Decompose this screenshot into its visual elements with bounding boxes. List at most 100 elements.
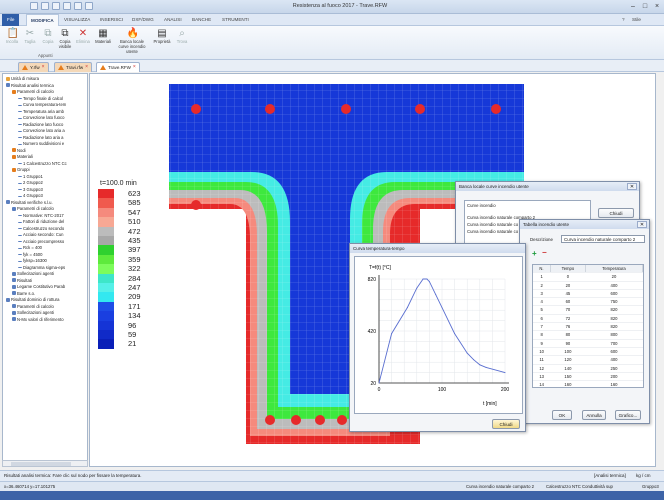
tab-strumenti[interactable]: STRUMENTI [222,14,249,26]
tab-analisi[interactable]: ANALISI [164,14,182,26]
new-icon[interactable] [41,2,49,10]
table-cell[interactable]: 4 [533,297,551,307]
redo-icon[interactable] [85,2,93,10]
save-icon[interactable] [63,2,71,10]
chart-close-button[interactable]: Chiudi [492,419,520,429]
table-cell[interactable]: 5 [533,305,551,315]
cancel-button[interactable]: Annulla [582,410,606,420]
table-cell[interactable]: 120 [550,355,586,365]
add-row-icon[interactable]: + [532,249,537,258]
table-cell[interactable]: 820 [585,314,643,324]
description-input[interactable]: Curva incendio naturale comparto 2 [561,235,645,243]
table-cell[interactable]: 140 [550,364,586,373]
table-cell[interactable]: 72 [550,314,586,324]
table-cell[interactable]: 100 [550,347,586,357]
table-cell[interactable]: 60 [550,297,586,307]
copy-visible-button[interactable]: ⧉ Copia visibile [55,28,75,52]
tree-node[interactable]: N-Mx valori di riferimento [12,317,64,324]
table-cell[interactable]: 12 [533,364,551,373]
table-cell[interactable]: 160 [585,380,643,387]
table-cell[interactable]: 3 [533,289,551,299]
table-row[interactable]: 9 90 700 [533,339,643,348]
table-cell[interactable]: 600 [585,347,643,357]
table-cell[interactable]: 8 [533,330,551,340]
table-cell[interactable]: 160 [550,380,586,387]
table-cell[interactable]: 80 [550,330,586,340]
scrollbar-thumb[interactable] [11,462,71,466]
table-cell[interactable]: 1 [533,272,551,282]
table-cell[interactable]: 700 [585,339,643,348]
table-cell[interactable]: 20 [550,281,586,290]
tab-dxf-dwg[interactable]: DXF/DWG [132,14,154,26]
doc-tab-travi[interactable]: Travi.rfw × [54,62,93,72]
table-cell[interactable]: 800 [585,330,643,340]
paste-button[interactable]: 📋 Incolla [2,28,22,52]
table-cell[interactable]: 9 [533,339,551,348]
table-row[interactable]: 14 160 160 [533,380,643,387]
style-menu[interactable]: Stile [632,14,641,26]
close-tab-icon[interactable]: × [85,63,88,72]
fire-table[interactable]: N. Tempo Temperatura 1 0 20 2 20 400 3 45 600 4 60… [532,264,644,388]
close-icon[interactable]: × [652,2,662,11]
table-row[interactable]: 11 120 400 [533,355,643,365]
tab-visualizza[interactable]: VISUALIZZA [64,14,90,26]
table-cell[interactable]: 76 [550,322,586,332]
materials-button[interactable]: ▦ Materiali [93,28,113,52]
table-cell[interactable]: 150 [550,372,586,382]
table-cell[interactable]: 200 [585,372,643,382]
tab-inserisci[interactable]: INSERISCI [100,14,123,26]
minimize-icon[interactable]: – [628,2,638,11]
results-tree[interactable]: Unità di misura Risultati analisi termica… [2,73,88,467]
table-row[interactable]: 10 100 600 [533,347,643,357]
table-row[interactable]: 12 140 250 [533,364,643,373]
help-icon[interactable]: ? [622,14,625,26]
table-row[interactable]: 2 20 400 [533,281,643,290]
cut-button[interactable]: ✂ Taglia [20,28,40,52]
table-cell[interactable]: 11 [533,355,551,365]
tab-banche[interactable]: BANCHE [192,14,211,26]
table-cell[interactable]: 250 [585,364,643,373]
table-row[interactable]: 5 70 820 [533,305,643,315]
table-row[interactable]: 6 72 820 [533,314,643,324]
table-cell[interactable]: 750 [585,297,643,307]
table-cell[interactable]: 820 [585,305,643,315]
fire-curve-bank-button[interactable]: 🔥 Banca locale curve incendio utente [116,28,148,53]
table-cell[interactable]: 90 [550,339,586,348]
table-cell[interactable]: 13 [533,372,551,382]
maximize-icon[interactable]: □ [640,2,650,11]
table-cell[interactable]: 20 [585,272,643,282]
close-icon[interactable]: ✕ [637,221,647,228]
tab-modifica[interactable]: MODIFICA [26,14,59,26]
table-cell[interactable]: 0 [550,272,586,282]
table-cell[interactable]: 820 [585,322,643,332]
ok-button[interactable]: OK [552,410,572,420]
tab-file[interactable]: File [2,14,20,26]
table-row[interactable]: 13 150 200 [533,372,643,382]
table-cell[interactable]: 70 [550,305,586,315]
table-cell[interactable]: 10 [533,347,551,357]
table-cell[interactable]: 7 [533,322,551,332]
properties-button[interactable]: ▤ Proprietà [152,28,172,52]
table-row[interactable]: 3 45 600 [533,289,643,299]
remove-row-icon[interactable]: − [542,248,547,257]
table-cell[interactable]: 45 [550,289,586,299]
delete-button[interactable]: ✕ Elimina [73,28,93,52]
doc-tab-trave[interactable]: Trave.RFW × [96,62,140,72]
table-cell[interactable]: 6 [533,314,551,324]
table-row[interactable]: 7 76 820 [533,322,643,332]
find-button[interactable]: ⌕ Trova [172,28,192,52]
table-cell[interactable]: 600 [585,289,643,299]
table-cell[interactable]: 14 [533,380,551,387]
table-row[interactable]: 1 0 20 [533,272,643,282]
open-icon[interactable] [52,2,60,10]
close-icon[interactable]: ✕ [627,183,637,190]
table-row[interactable]: 4 60 750 [533,297,643,307]
close-tab-icon[interactable]: × [42,63,45,72]
tree-horizontal-scrollbar[interactable] [2,460,88,467]
table-cell[interactable]: 400 [585,355,643,365]
table-cell[interactable]: 400 [585,281,643,290]
doc-tab-y[interactable]: Y.rfw × [18,62,49,72]
graph-button[interactable]: Grafico... [615,410,641,420]
table-row[interactable]: 8 80 800 [533,330,643,340]
close-tab-icon[interactable]: × [133,63,136,72]
